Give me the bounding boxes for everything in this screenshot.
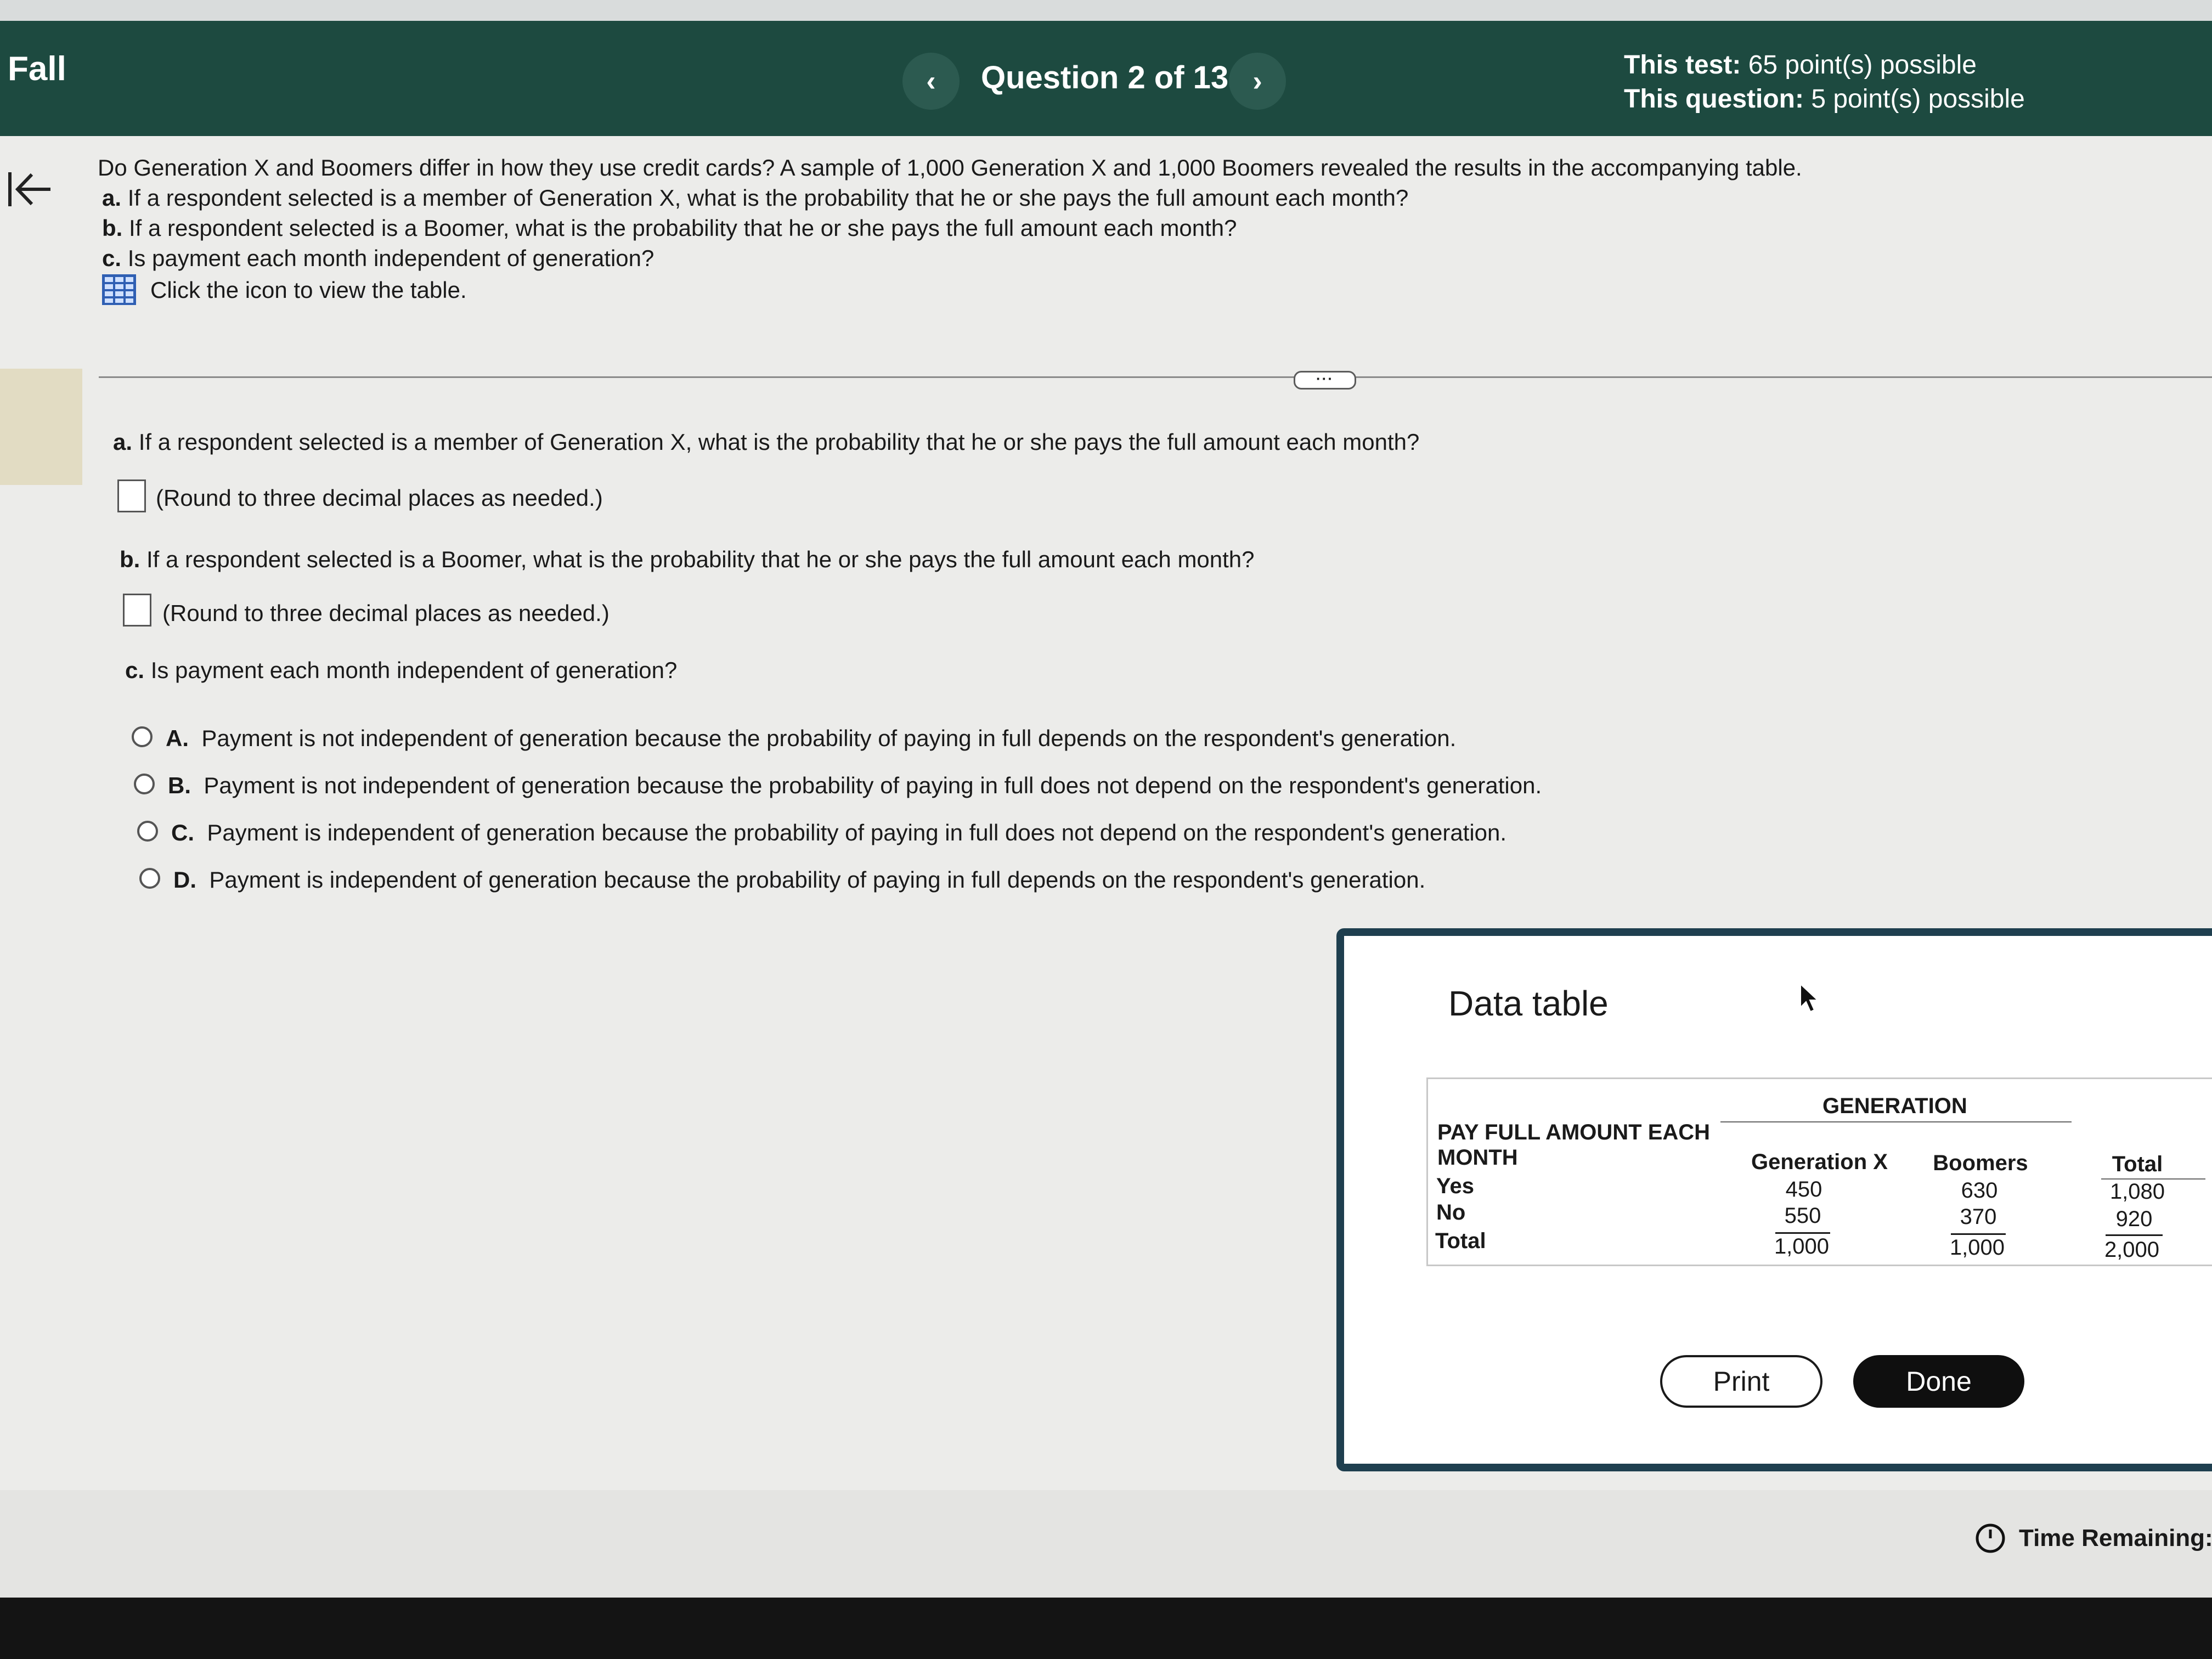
cell-yes-total: 1,080 [2109, 1180, 2165, 1204]
cell-total-generation-x: 1,000 [1774, 1234, 1830, 1259]
time-remaining: Time Remaining: [1975, 1523, 2212, 1554]
cell-yes-generation-x: 450 [1785, 1177, 1822, 1201]
test-points-value: 65 point(s) possible [1748, 50, 1977, 80]
part-b-hint: (Round to three decimal places as needed… [162, 600, 610, 626]
cell-no-generation-x: 550 [1784, 1204, 1821, 1228]
option-d-radio[interactable] [139, 868, 160, 889]
row-header-line1: PAY FULL AMOUNT EACH [1437, 1120, 1711, 1144]
cell-no-total: 920 [2115, 1207, 2153, 1231]
cell-total-total: 2,000 [2104, 1238, 2160, 1262]
section-divider [99, 376, 2212, 378]
column-header-boomers: Boomers [1933, 1151, 2028, 1175]
subtotal-rule-total [2106, 1234, 2163, 1236]
course-title: Fall [8, 50, 66, 88]
row-label-no: No [1436, 1200, 1466, 1224]
next-question-button[interactable]: › [1229, 53, 1286, 110]
question-part-a: a. If a respondent selected is a member … [102, 185, 1409, 211]
option-a-radio[interactable] [132, 726, 153, 747]
footer-bar [0, 1490, 2212, 1598]
dialog-title: Data table [1448, 984, 1609, 1023]
test-points-label: This test: [1624, 50, 1741, 80]
table-group-header: GENERATION [1822, 1094, 1967, 1118]
done-button[interactable]: Done [1853, 1355, 2024, 1408]
option-b-radio[interactable] [134, 774, 155, 794]
option-c-label[interactable]: C. Payment is independent of generation … [171, 820, 1506, 846]
option-a-label[interactable]: A. Payment is not independent of generat… [166, 725, 1456, 752]
part-b-prompt: b. If a respondent selected is a Boomer,… [120, 546, 1255, 572]
cell-no-boomers: 370 [1960, 1205, 1997, 1229]
question-points-value: 5 point(s) possible [1811, 84, 2025, 114]
question-counter[interactable]: Question 2 of 13 [981, 59, 1228, 96]
part-c-prompt: c. Is payment each month independent of … [125, 657, 678, 683]
mouse-pointer-icon [1800, 983, 1819, 1013]
row-label-total: Total [1435, 1229, 1486, 1253]
header-bar: Fall ‹ Question 2 of 13 › This test: 65 … [0, 21, 2212, 136]
row-label-yes: Yes [1436, 1174, 1474, 1198]
subtotal-rule-generation-x [1775, 1232, 1830, 1234]
view-table-text[interactable]: Click the icon to view the table. [150, 275, 467, 305]
points-summary: This test: 65 point(s) possible This que… [1624, 48, 2025, 116]
side-tab[interactable] [0, 369, 82, 485]
part-a-answer-input[interactable] [117, 479, 146, 512]
clock-icon [1976, 1523, 2005, 1553]
browser-top-strip [0, 0, 2212, 21]
part-a-hint: (Round to three decimal places as needed… [156, 485, 603, 511]
question-points-label: This question: [1624, 84, 1804, 114]
table-grid-icon[interactable] [102, 274, 136, 305]
print-button[interactable]: Print [1660, 1355, 1822, 1408]
collapse-left-icon[interactable] [5, 165, 55, 214]
part-b-answer-input[interactable] [123, 594, 151, 627]
subtotal-rule-boomers [1951, 1233, 2006, 1235]
part-a-prompt: a. If a respondent selected is a member … [113, 429, 1420, 455]
question-part-c: c. Is payment each month independent of … [102, 245, 654, 271]
row-header-line2: MONTH [1437, 1146, 1518, 1170]
view-table-link[interactable]: Click the icon to view the table. [98, 274, 1802, 305]
time-remaining-label: Time Remaining: [2019, 1525, 2212, 1551]
cell-total-boomers: 1,000 [1949, 1235, 2005, 1260]
option-d-label[interactable]: D. Payment is independent of generation … [173, 867, 1425, 893]
column-header-generation-x: Generation X [1751, 1150, 1888, 1174]
cell-yes-boomers: 630 [1961, 1178, 1998, 1203]
option-c-radio[interactable] [137, 821, 158, 842]
group-header-rule [1720, 1121, 2072, 1122]
question-text: Do Generation X and Boomers differ in ho… [98, 153, 1802, 305]
question-part-b: b. If a respondent selected is a Boomer,… [102, 215, 1237, 241]
column-header-total: Total [2112, 1152, 2163, 1176]
previous-question-button[interactable]: ‹ [902, 53, 960, 110]
device-bezel [0, 1598, 2212, 1659]
option-b-label[interactable]: B. Payment is not independent of generat… [168, 772, 1542, 799]
more-options-icon[interactable]: ··· [1294, 371, 1356, 390]
question-intro: Do Generation X and Boomers differ in ho… [98, 155, 1802, 180]
